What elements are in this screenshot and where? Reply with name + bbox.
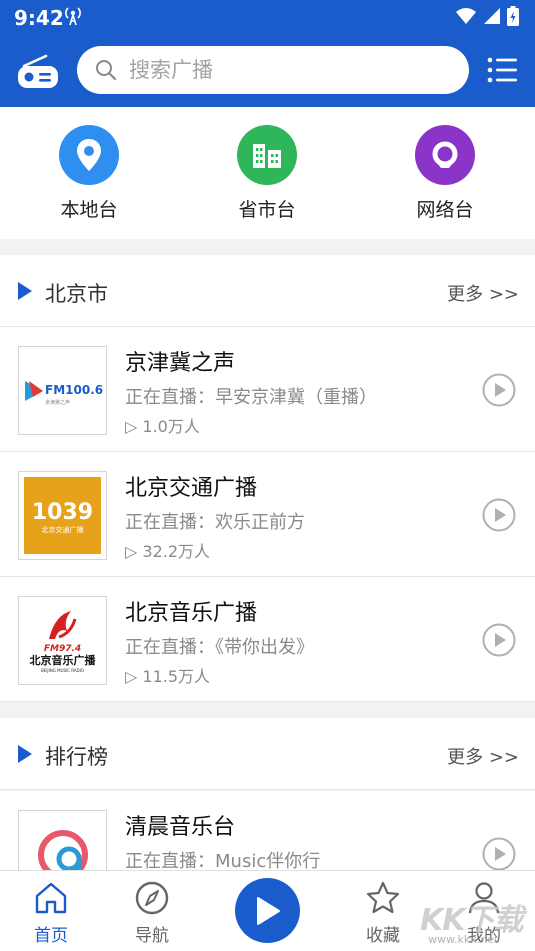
station-item[interactable]: FM100.6 京津冀之声 京津冀之声 正在直播：早安京津冀（重播） ▷ 1.0… — [0, 327, 535, 452]
more-link[interactable]: 更多 >> — [447, 743, 519, 769]
network-q-icon — [415, 125, 475, 185]
search-icon — [96, 60, 117, 81]
play-icon — [256, 896, 280, 925]
nav-label: 首页 — [34, 926, 68, 946]
category-network[interactable]: 网络台 — [390, 125, 500, 222]
section-title: 排行榜 — [45, 745, 108, 769]
station-logo-text: FM97.4 — [44, 644, 81, 654]
station-logo-text: 1039 — [32, 500, 93, 525]
nav-guide[interactable]: 导航 — [117, 881, 187, 946]
listeners-play-icon: ▷ — [125, 417, 143, 436]
center-play-button[interactable] — [235, 878, 300, 943]
listeners-play-icon: ▷ — [125, 542, 143, 561]
app-screen: { "status_bar": { "time": "9:42" }, "hea… — [0, 0, 535, 951]
listeners-play-icon: ▷ — [125, 667, 143, 686]
more-link[interactable]: 更多 >> — [447, 280, 519, 306]
station-item[interactable]: 1039 北京交通广播 北京交通广播 正在直播：欢乐正前方 ▷ 32.2万人 — [0, 452, 535, 577]
station-logo-sub: 北京音乐广播 — [30, 653, 97, 667]
station-listeners: ▷ 1.0万人 — [125, 413, 200, 437]
play-circle-icon[interactable] — [482, 623, 516, 657]
station-logo-sub: 京津冀之声 — [45, 399, 70, 406]
compass-icon — [135, 881, 169, 915]
section-header-beijing: 北京市 更多 >> — [0, 255, 535, 327]
radio-logo-icon[interactable] — [16, 52, 60, 92]
category-label: 网络台 — [416, 199, 474, 221]
listeners-count: 11.5万人 — [142, 667, 211, 686]
station-name: 北京交通广播 — [125, 476, 258, 501]
signal-icon — [484, 8, 500, 24]
play-circle-icon[interactable] — [482, 837, 516, 871]
category-row: 本地台 省市台 网络台 — [0, 107, 535, 239]
status-bar: 9:42 — [0, 0, 535, 34]
nav-favorites[interactable]: 收藏 — [348, 881, 418, 946]
nav-label: 收藏 — [366, 926, 400, 946]
station-name: 北京音乐广播 — [125, 601, 258, 626]
station-now-playing: 正在直播：早安京津冀（重播） — [125, 387, 377, 408]
station-listeners: ▷ 11.5万人 — [125, 663, 210, 687]
watermark: KK下载 www.kkx.net — [420, 895, 535, 951]
category-label: 本地台 — [60, 199, 118, 221]
status-time: 9:42 — [14, 6, 64, 30]
nav-label: 导航 — [135, 926, 169, 946]
station-now-playing: 正在直播：欢乐正前方 — [125, 512, 305, 533]
menu-list-icon[interactable] — [487, 56, 517, 84]
station-logo-text: FM100.6 — [45, 383, 103, 397]
watermark-url: www.kkx.net — [428, 933, 499, 946]
home-icon — [35, 882, 67, 914]
station-logo-en: BEIJING MUSIC RADIO — [41, 668, 84, 673]
location-pin-icon — [59, 125, 119, 185]
search-bar[interactable] — [77, 46, 469, 94]
category-local[interactable]: 本地台 — [34, 125, 144, 222]
search-input[interactable] — [129, 54, 449, 86]
station-logo: FM100.6 京津冀之声 — [18, 346, 107, 435]
station-logo: 1039 北京交通广播 — [18, 471, 107, 560]
station-name: 清晨音乐台 — [125, 815, 236, 840]
section-marker-icon — [18, 745, 32, 763]
wifi-icon — [456, 8, 476, 24]
battery-icon — [507, 6, 519, 26]
category-province[interactable]: 省市台 — [212, 125, 322, 222]
building-icon — [237, 125, 297, 185]
station-item[interactable]: FM97.4 北京音乐广播 BEIJING MUSIC RADIO 北京音乐广播… — [0, 577, 535, 702]
system-icons — [455, 6, 519, 26]
section-header-ranking: 排行榜 更多 >> — [0, 718, 535, 790]
station-logo-sub: 北京交通广播 — [42, 525, 84, 534]
category-label: 省市台 — [238, 199, 296, 221]
station-logo: FM97.4 北京音乐广播 BEIJING MUSIC RADIO — [18, 596, 107, 685]
app-header — [0, 34, 535, 107]
play-circle-icon[interactable] — [482, 498, 516, 532]
station-now-playing: 正在直播：《带你出发》 — [125, 637, 314, 658]
listeners-count: 32.2万人 — [142, 542, 211, 561]
section-marker-icon — [18, 282, 32, 300]
station-name: 京津冀之声 — [125, 351, 236, 376]
star-icon — [366, 881, 400, 914]
nav-home[interactable]: 首页 — [16, 881, 86, 946]
play-circle-icon[interactable] — [482, 373, 516, 407]
station-listeners: ▷ 32.2万人 — [125, 538, 210, 562]
section-title: 北京市 — [45, 282, 108, 306]
listeners-count: 1.0万人 — [142, 417, 200, 436]
antenna-icon — [65, 7, 81, 26]
